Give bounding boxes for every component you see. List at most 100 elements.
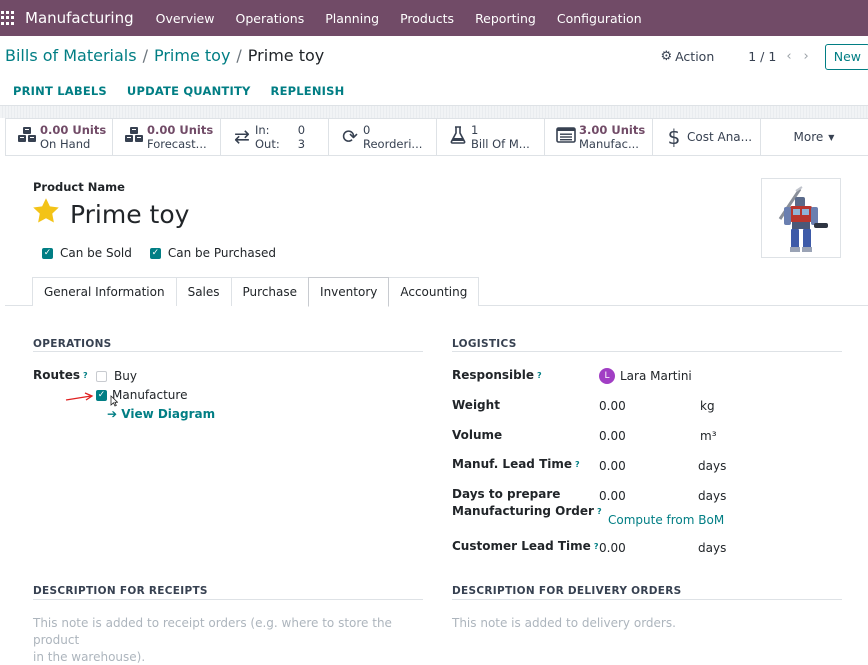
manuf-lead-time-unit: days [698, 459, 727, 473]
flask-icon [445, 125, 471, 149]
control-panel-right: ⚙ Action 1 / 1 ‹ › New [660, 43, 868, 70]
more-button[interactable]: More ▼ [761, 119, 867, 155]
refresh-icon: ⟳ [342, 126, 358, 148]
exchange-icon: ⇄ [234, 126, 250, 148]
breadcrumb-bills-of-materials[interactable]: Bills of Materials [5, 46, 137, 65]
help-icon[interactable]: ? [575, 460, 580, 469]
menu-planning[interactable]: Planning [325, 11, 379, 26]
weight-label: Weight [452, 398, 500, 412]
can-be-sold-checkbox[interactable]: ✓ Can be Sold [42, 246, 132, 260]
in-value: 0 [297, 123, 306, 137]
app-name[interactable]: Manufacturing [25, 9, 134, 27]
responsible-label-text: Responsible [452, 368, 534, 382]
print-labels-button[interactable]: PRINT LABELS [13, 84, 107, 98]
forecast-button[interactable]: 0.00 Units Forecast... [113, 119, 221, 155]
forecast-value: 0.00 Units [147, 123, 214, 137]
help-icon[interactable]: ? [83, 371, 88, 380]
new-button[interactable]: New [824, 43, 868, 70]
routes-label: Routes? [33, 367, 88, 384]
compute-from-bom-link[interactable]: Compute from BoM [608, 513, 724, 527]
list-icon [553, 126, 579, 148]
route-buy[interactable]: Buy [96, 369, 137, 383]
forecast-label: Forecast... [147, 137, 207, 151]
chevron-right-icon[interactable]: › [804, 49, 809, 64]
receipts-description-input[interactable]: This note is added to receipt orders (e.… [33, 615, 423, 665]
checkmark-icon: ✓ [96, 389, 107, 401]
receipts-placeholder-line1: This note is added to receipt orders (e.… [33, 616, 392, 647]
view-diagram-link[interactable]: ➔ View Diagram [107, 407, 215, 421]
customer-lead-time-label-text: Customer Lead Time [452, 539, 591, 553]
cubes-icon [121, 126, 147, 149]
action-button[interactable]: ⚙ Action [660, 49, 714, 64]
section-divider [33, 599, 423, 600]
on-hand-value: 0.00 Units [40, 123, 107, 137]
weight-input[interactable]: 0.00 [599, 399, 626, 413]
manufactured-value: 3.00 Units [579, 123, 646, 137]
tab-general-information[interactable]: General Information [32, 277, 177, 306]
customer-lead-time-label: Customer Lead Time? [452, 538, 598, 555]
favorite-star-icon[interactable] [31, 196, 61, 226]
update-quantity-button[interactable]: UPDATE QUANTITY [127, 84, 251, 98]
cost-analysis-label: Cost Ana... [687, 130, 753, 144]
menu-products[interactable]: Products [400, 11, 454, 26]
product-image[interactable] [761, 178, 841, 258]
responsible-field[interactable]: L Lara Martini [599, 368, 692, 384]
unchecked-box-icon [96, 370, 107, 382]
volume-unit: m³ [700, 429, 717, 443]
can-be-purchased-checkbox[interactable]: ✓ Can be Purchased [149, 246, 276, 260]
chevron-left-icon[interactable]: ‹ [786, 49, 791, 64]
route-buy-label: Buy [114, 369, 137, 383]
tab-accounting[interactable]: Accounting [388, 277, 480, 306]
menu-operations[interactable]: Operations [235, 11, 304, 26]
mouse-cursor-icon [110, 395, 118, 407]
breadcrumb-separator: / [236, 46, 242, 65]
menu-reporting[interactable]: Reporting [475, 11, 536, 26]
arrow-right-icon: ➔ [107, 407, 118, 421]
help-icon[interactable]: ? [537, 371, 542, 380]
days-to-prepare-input[interactable]: 0.00 [599, 489, 626, 503]
smart-buttons: 0.00 Units On Hand 0.00 Units Forecast..… [5, 118, 868, 156]
gear-icon: ⚙ [660, 49, 673, 64]
caret-down-icon: ▼ [828, 132, 835, 142]
menu-overview[interactable]: Overview [156, 11, 215, 26]
operations-section-title: OPERATIONS [33, 338, 112, 350]
days-to-prepare-label: Days to prepare Manufacturing Order? [452, 486, 602, 520]
receipts-description-title: DESCRIPTION FOR RECEIPTS [33, 585, 208, 597]
notebook-tabs: General Information Sales Purchase Inven… [5, 277, 868, 307]
section-divider [452, 351, 842, 352]
annotation-arrow-icon [65, 392, 94, 401]
manuf-lead-time-input[interactable]: 0.00 [599, 459, 626, 473]
tab-inventory[interactable]: Inventory [308, 277, 390, 307]
on-hand-label: On Hand [40, 137, 91, 151]
product-name[interactable]: Prime toy [70, 200, 189, 229]
apps-grid-icon[interactable] [1, 11, 15, 25]
logistics-section-title: LOGISTICS [452, 338, 517, 350]
delivery-description-input[interactable]: This note is added to delivery orders. [452, 615, 842, 632]
delivery-description-title: DESCRIPTION FOR DELIVERY ORDERS [452, 585, 682, 597]
days-to-prepare-label-line2: Manufacturing Order [452, 504, 594, 518]
menu-configuration[interactable]: Configuration [557, 11, 642, 26]
tab-purchase[interactable]: Purchase [230, 277, 310, 306]
reordering-label: Reorderi... [363, 137, 423, 151]
on-hand-button[interactable]: 0.00 Units On Hand [5, 119, 113, 155]
customer-lead-time-input[interactable]: 0.00 [599, 541, 626, 555]
tab-sales[interactable]: Sales [175, 277, 232, 306]
section-divider [452, 599, 842, 600]
volume-input[interactable]: 0.00 [599, 429, 626, 443]
responsible-label: Responsible? [452, 367, 542, 384]
reordering-button[interactable]: ⟳ 0 Reorderi... [329, 119, 437, 155]
manufactured-button[interactable]: 3.00 Units Manufac... [545, 119, 653, 155]
form-sheet: Product Name Prime toy ✓ Can be Sold ✓ C… [5, 156, 868, 665]
in-out-button[interactable]: ⇄ In: 0 Out: 3 [221, 119, 329, 155]
help-icon[interactable]: ? [594, 542, 599, 551]
sheet-background [0, 106, 868, 118]
pager-value[interactable]: 1 / 1 [748, 49, 776, 64]
cost-analysis-button[interactable]: $ Cost Ana... [653, 119, 761, 155]
bom-value: 1 [471, 123, 479, 137]
user-avatar: L [599, 368, 615, 384]
replenish-button[interactable]: REPLENISH [271, 84, 345, 98]
can-be-sold-label: Can be Sold [60, 246, 132, 260]
breadcrumb-prime-toy[interactable]: Prime toy [154, 46, 230, 65]
help-icon[interactable]: ? [597, 507, 602, 516]
bill-of-materials-button[interactable]: 1 Bill Of M... [437, 119, 545, 155]
